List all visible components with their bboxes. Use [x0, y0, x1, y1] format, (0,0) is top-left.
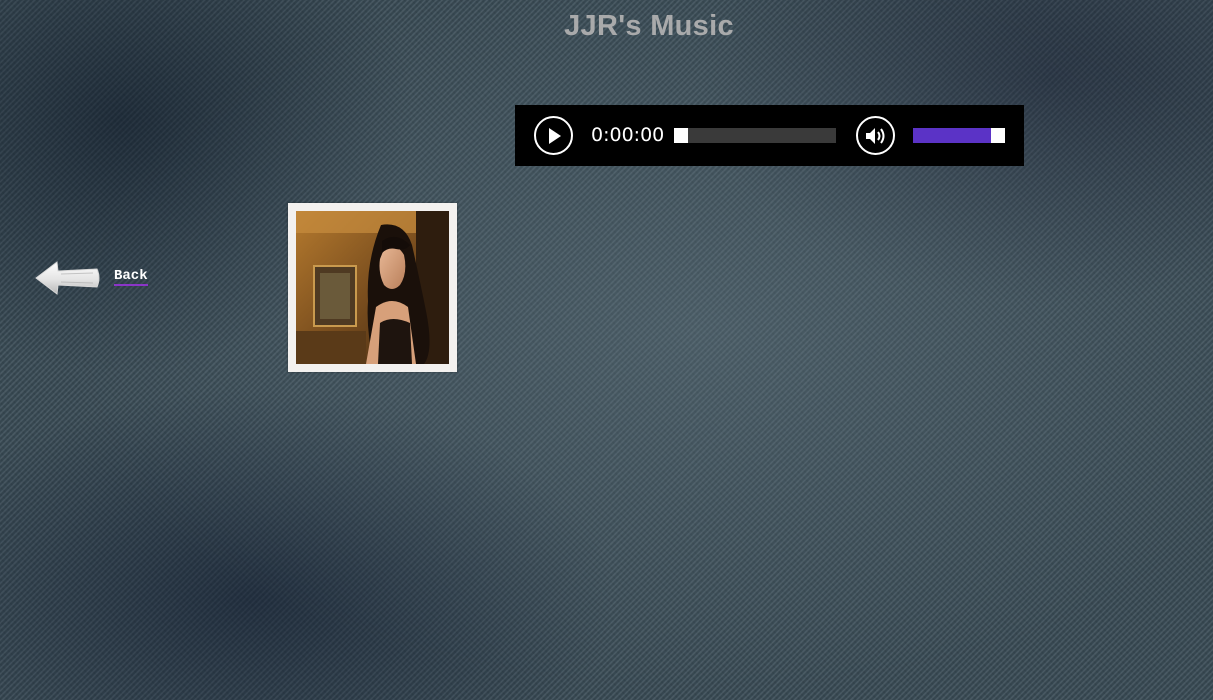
volume-slider[interactable]: [913, 128, 1005, 143]
audio-player: 0:00:00: [515, 105, 1024, 166]
play-button[interactable]: [534, 116, 573, 155]
arrow-left-icon[interactable]: [33, 258, 103, 298]
album-cover-image: [296, 211, 449, 364]
album-cover[interactable]: [288, 203, 457, 372]
volume-thumb[interactable]: [991, 128, 1005, 143]
page-title: JJR's Music: [564, 10, 734, 42]
back-link[interactable]: Back: [114, 268, 148, 286]
mute-button[interactable]: [856, 116, 895, 155]
volume-level: [913, 128, 991, 143]
current-time: 0:00:00: [591, 124, 665, 146]
play-icon: [549, 128, 561, 144]
seek-bar[interactable]: [674, 128, 836, 143]
seek-thumb[interactable]: [674, 128, 688, 143]
volume-icon: [866, 128, 885, 144]
